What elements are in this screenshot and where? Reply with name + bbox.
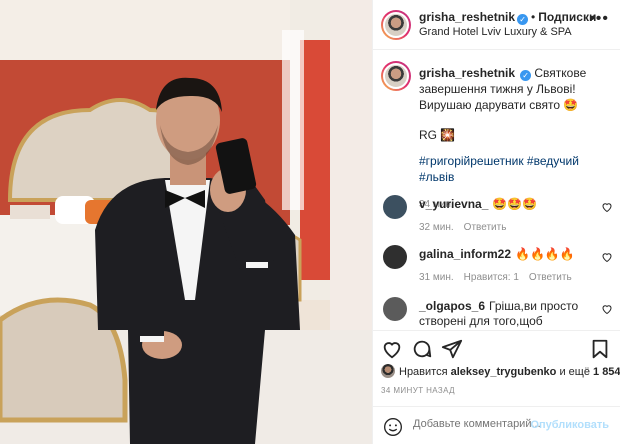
likes-prefix: Нравится xyxy=(399,366,448,378)
verified-badge-icon: ✓ xyxy=(517,14,529,25)
post-photo[interactable] xyxy=(0,0,372,444)
commenter-username[interactable]: v_yurievna_ xyxy=(419,197,488,211)
caption-hashtags[interactable]: #григорійрешетник #ведучий #львів xyxy=(419,153,615,185)
comment-item: _olgapos_6 Гріша,ви просто створені для т… xyxy=(381,297,613,329)
add-comment-bar: Опубликовать xyxy=(373,406,620,444)
caption-avatar[interactable] xyxy=(381,61,411,91)
commenter-username[interactable]: _olgapos_6 xyxy=(419,299,485,313)
post-side-panel: grisha_reshetnik ✓ • Подписки Grand Hotel L… xyxy=(372,0,620,444)
author-avatar[interactable] xyxy=(381,10,411,40)
commenter-username[interactable]: galina_inform22 xyxy=(419,247,511,261)
bookmark-icon[interactable] xyxy=(589,338,611,360)
comment-time[interactable]: 31 мин. xyxy=(419,272,454,283)
comment-time[interactable]: 32 мин. xyxy=(419,222,454,233)
smile-icon[interactable] xyxy=(383,417,403,437)
comment-item: v_yurievna_ 🤩🤩🤩 32 мин. Ответить xyxy=(381,195,613,239)
comment-like-heart-icon[interactable] xyxy=(601,201,613,213)
caption-signature: RG 🎇 xyxy=(419,128,456,142)
comment-reply-button[interactable]: Ответить xyxy=(464,222,507,233)
post-location[interactable]: Grand Hotel Lviv Luxury & SPA xyxy=(419,26,572,38)
liker-username[interactable]: aleksey_trygubenko xyxy=(451,366,557,378)
comment-item: galina_inform22 🔥🔥🔥🔥 31 мин. Нравится: 1 От… xyxy=(381,245,613,289)
follow-button[interactable]: Подписки xyxy=(538,10,596,24)
caption-username[interactable]: grisha_reshetnik xyxy=(419,66,515,80)
comment-icon[interactable] xyxy=(411,338,433,360)
verified-badge-icon: ✓ xyxy=(520,70,532,81)
author-line: grisha_reshetnik ✓ • Подписки xyxy=(419,10,596,25)
comment-text: 🤩🤩🤩 xyxy=(492,197,538,211)
post-action-bar xyxy=(373,330,620,364)
likes-summary[interactable]: Нравится aleksey_trygubenko и ещё 1 854 xyxy=(381,364,620,378)
post-timestamp[interactable]: 34 МИНУТ НАЗАД xyxy=(381,386,455,395)
paper-plane-icon[interactable] xyxy=(441,338,463,360)
likes-count[interactable]: 1 854 xyxy=(593,366,620,378)
comment-like-heart-icon[interactable] xyxy=(601,251,613,263)
more-horizontal-icon[interactable]: ••• xyxy=(589,10,609,28)
commenter-avatar[interactable] xyxy=(383,245,407,269)
separator-dot: • xyxy=(531,10,536,24)
commenter-avatar[interactable] xyxy=(383,195,407,219)
post-header: grisha_reshetnik ✓ • Подписки Grand Hotel L… xyxy=(373,0,620,50)
comment-like-heart-icon[interactable] xyxy=(601,303,613,315)
author-username[interactable]: grisha_reshetnik xyxy=(419,10,515,24)
comment-text: 🔥🔥🔥🔥 xyxy=(515,247,575,261)
heart-icon[interactable] xyxy=(381,338,403,360)
liker-avatar xyxy=(381,364,395,378)
publish-button[interactable]: Опубликовать xyxy=(530,419,609,431)
likes-suffix: и ещё xyxy=(559,366,590,378)
commenter-avatar[interactable] xyxy=(383,297,407,321)
comment-likes-count[interactable]: Нравится: 1 xyxy=(464,272,519,283)
comment-reply-button[interactable]: Ответить xyxy=(529,272,572,283)
comments-list[interactable]: grisha_reshetnik ✓ Святкове завершення ти… xyxy=(373,51,620,329)
